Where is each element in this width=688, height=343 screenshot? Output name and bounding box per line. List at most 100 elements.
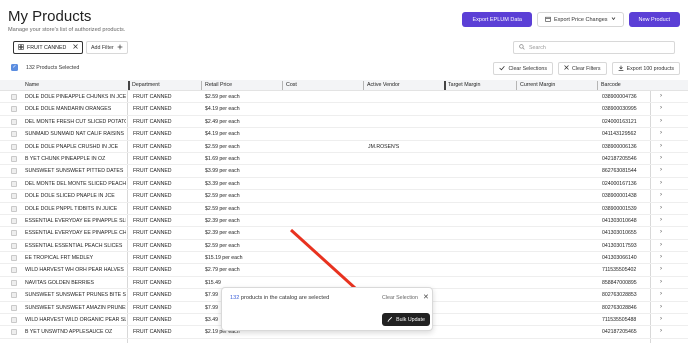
column-header-active-vendor[interactable]: Active Vendor [363, 81, 400, 90]
table-row[interactable]: DEL MONTE FRESH CUT SLICED POTATOES FRUIT… [0, 116, 688, 129]
table-row[interactable]: DOLE DOLE PNAPLE CRUSHD IN JCE FRUIT CANN… [0, 141, 688, 153]
chevron-right-icon[interactable]: › [660, 304, 662, 310]
row-checkbox[interactable] [11, 217, 17, 224]
row-checkbox[interactable] [11, 94, 17, 100]
chevron-right-icon[interactable]: › [660, 254, 662, 260]
chevron-right-icon[interactable]: › [660, 105, 662, 111]
column-header-name[interactable]: Name [25, 82, 39, 88]
table-row[interactable]: DOLE DOLE PNPPL TIDBITS IN JUICE FRUIT CA… [0, 203, 688, 215]
close-icon[interactable] [73, 44, 79, 51]
select-all-checkbox[interactable]: ✓ [11, 64, 18, 71]
cell-barcode: 041303017593 [602, 242, 637, 249]
cell-retail-price: $3.49 [205, 317, 218, 324]
chevron-right-icon[interactable]: › [660, 155, 662, 161]
row-checkbox[interactable] [11, 193, 17, 200]
row-checkbox[interactable] [11, 317, 17, 324]
row-checkbox[interactable] [11, 168, 17, 175]
column-header-retail-price[interactable]: Retail Price [201, 81, 232, 90]
column-header-cost[interactable]: Cost [282, 81, 297, 90]
new-product-button[interactable]: New Product [628, 12, 680, 27]
table-row[interactable]: DEL MONTE DEL MONTE SLICED PEACHES FRUIT … [0, 178, 688, 191]
row-checkbox[interactable] [11, 143, 17, 150]
row-checkbox[interactable] [11, 205, 17, 212]
cell-name: DEL MONTE FRESH CUT SLICED POTATOES [25, 118, 126, 125]
row-checkbox[interactable] [11, 230, 17, 237]
export-eplum-button[interactable]: Export EPLUM Data [462, 12, 532, 27]
table-row[interactable]: SUNSWEET SUNSWEET PITTED DATES FRUIT CANN… [0, 165, 688, 178]
column-header-target-margin[interactable]: Target Margin [444, 81, 480, 90]
cell-department: FRUIT CANNED [133, 242, 172, 249]
cell-department: FRUIT CANNED [133, 279, 172, 286]
table-row[interactable]: ESSENTIAL EVERYDAY EE PINAPPLE SLICES FRU… [0, 215, 688, 228]
cell-name: SUNMAID SUNMAID NAT CALIF RAISINS [25, 131, 124, 138]
add-filter-button[interactable]: Add Filter [86, 41, 128, 54]
chevron-right-icon[interactable]: › [660, 93, 662, 99]
table-row[interactable]: DOLE DOLE SLICED PNAPLE IN JCE FRUIT CANN… [0, 190, 688, 203]
row-checkbox[interactable] [11, 304, 17, 311]
table-row[interactable]: DOLE DOLE MANDARIN ORANGES FRUIT CANNED $4… [0, 103, 688, 116]
chevron-right-icon[interactable]: › [660, 192, 662, 198]
clear-selections-button[interactable]: Clear Selections [493, 62, 554, 75]
row-checkbox[interactable] [11, 329, 17, 336]
search-input[interactable]: Search [513, 41, 675, 54]
chevron-right-icon[interactable]: › [660, 118, 662, 124]
row-checkbox[interactable] [11, 279, 17, 286]
cell-active-vendor: JM.ROSEN'S [368, 143, 400, 150]
cell-retail-price: $3.99 per each [205, 168, 240, 175]
chevron-right-icon[interactable]: › [660, 291, 662, 297]
cell-name: WILD HARVEST WILD ORGANIC PEAR SLICES [25, 317, 126, 324]
row-checkbox[interactable] [11, 242, 17, 249]
column-header-department[interactable]: Department [128, 81, 160, 90]
chevron-right-icon[interactable]: › [660, 217, 662, 223]
row-checkbox[interactable] [11, 180, 17, 187]
chevron-right-icon[interactable]: › [660, 205, 662, 211]
table-row[interactable]: SUNMAID SUNMAID NAT CALIF RAISINS FRUIT C… [0, 128, 688, 141]
bulk-update-button[interactable]: Bulk Update [382, 313, 430, 326]
cell-retail-price: $2.59 per each [205, 242, 240, 249]
clear-filters-button[interactable]: Clear Filters [558, 62, 607, 75]
selection-popup: 132 products in the catalog are selected… [221, 287, 433, 331]
close-icon[interactable]: ✕ [423, 293, 429, 301]
row-checkbox[interactable] [11, 106, 17, 113]
clear-selection-link[interactable]: Clear Selection [382, 295, 418, 301]
row-checkbox[interactable] [11, 267, 17, 274]
cell-department: FRUIT CANNED [133, 329, 172, 336]
chevron-right-icon[interactable]: › [660, 229, 662, 235]
chevron-right-icon[interactable]: › [660, 242, 662, 248]
cell-retail-price: $7.99 [205, 304, 218, 311]
chevron-right-icon[interactable]: › [660, 143, 662, 149]
table-row[interactable]: ESSENTIAL EVERYDAY EE PINAPPLE CHUNKS FRU… [0, 227, 688, 240]
table-row[interactable]: WILD HARVEST WH ORH PEAR HALVES FRUIT CAN… [0, 264, 688, 277]
filter-chip-fruit-canned[interactable]: FRUIT CANNED [13, 41, 84, 54]
row-checkbox[interactable] [11, 292, 17, 299]
row-checkbox[interactable] [11, 255, 17, 262]
chevron-right-icon[interactable]: › [660, 266, 662, 272]
column-header-barcode[interactable]: Barcode [597, 81, 621, 90]
cell-barcode: 858847000895 [602, 279, 637, 286]
cell-barcode: 041303010655 [602, 230, 637, 237]
cell-barcode: 711535505402 [602, 267, 637, 274]
chevron-right-icon[interactable]: › [660, 130, 662, 136]
cell-name: SUNSWEET SUNSWEET PITTED DATES [25, 168, 124, 175]
export-price-changes-button[interactable]: Export Price Changes [537, 12, 624, 27]
row-checkbox[interactable] [11, 131, 17, 138]
cell-department: FRUIT CANNED [133, 106, 172, 113]
search-placeholder: Search [529, 44, 546, 51]
table-row[interactable]: B YET CHUNK PINEAPPLE IN OZ FRUIT CANNED $… [0, 153, 688, 166]
table-row[interactable]: DOLE DOLE PINEAPPLE CHUNKS IN JCE FRUIT C… [0, 91, 688, 104]
chevron-right-icon[interactable]: › [660, 316, 662, 322]
cell-barcode: 711535505488 [602, 317, 637, 324]
chevron-right-icon[interactable]: › [660, 180, 662, 186]
cell-name: DOLE DOLE PINEAPPLE CHUNKS IN JCE [25, 94, 126, 100]
chevron-right-icon[interactable]: › [660, 279, 662, 285]
table-row[interactable]: ESSENTIAL ESSENTIAL PEACH SLICES FRUIT CA… [0, 240, 688, 253]
row-checkbox[interactable] [11, 118, 17, 125]
column-header-current-margin[interactable]: Current Margin [516, 81, 555, 90]
chevron-right-icon[interactable]: › [660, 328, 662, 334]
export-products-button[interactable]: Export 100 products [611, 62, 680, 75]
cell-barcode: 038900030995 [602, 106, 637, 113]
cell-name: ESSENTIAL ESSENTIAL PEACH SLICES [25, 242, 123, 249]
row-checkbox[interactable] [11, 155, 17, 162]
table-row[interactable]: EE TROPICAL FRT MEDLEY FRUIT CANNED $15.19… [0, 252, 688, 265]
chevron-right-icon[interactable]: › [660, 167, 662, 173]
